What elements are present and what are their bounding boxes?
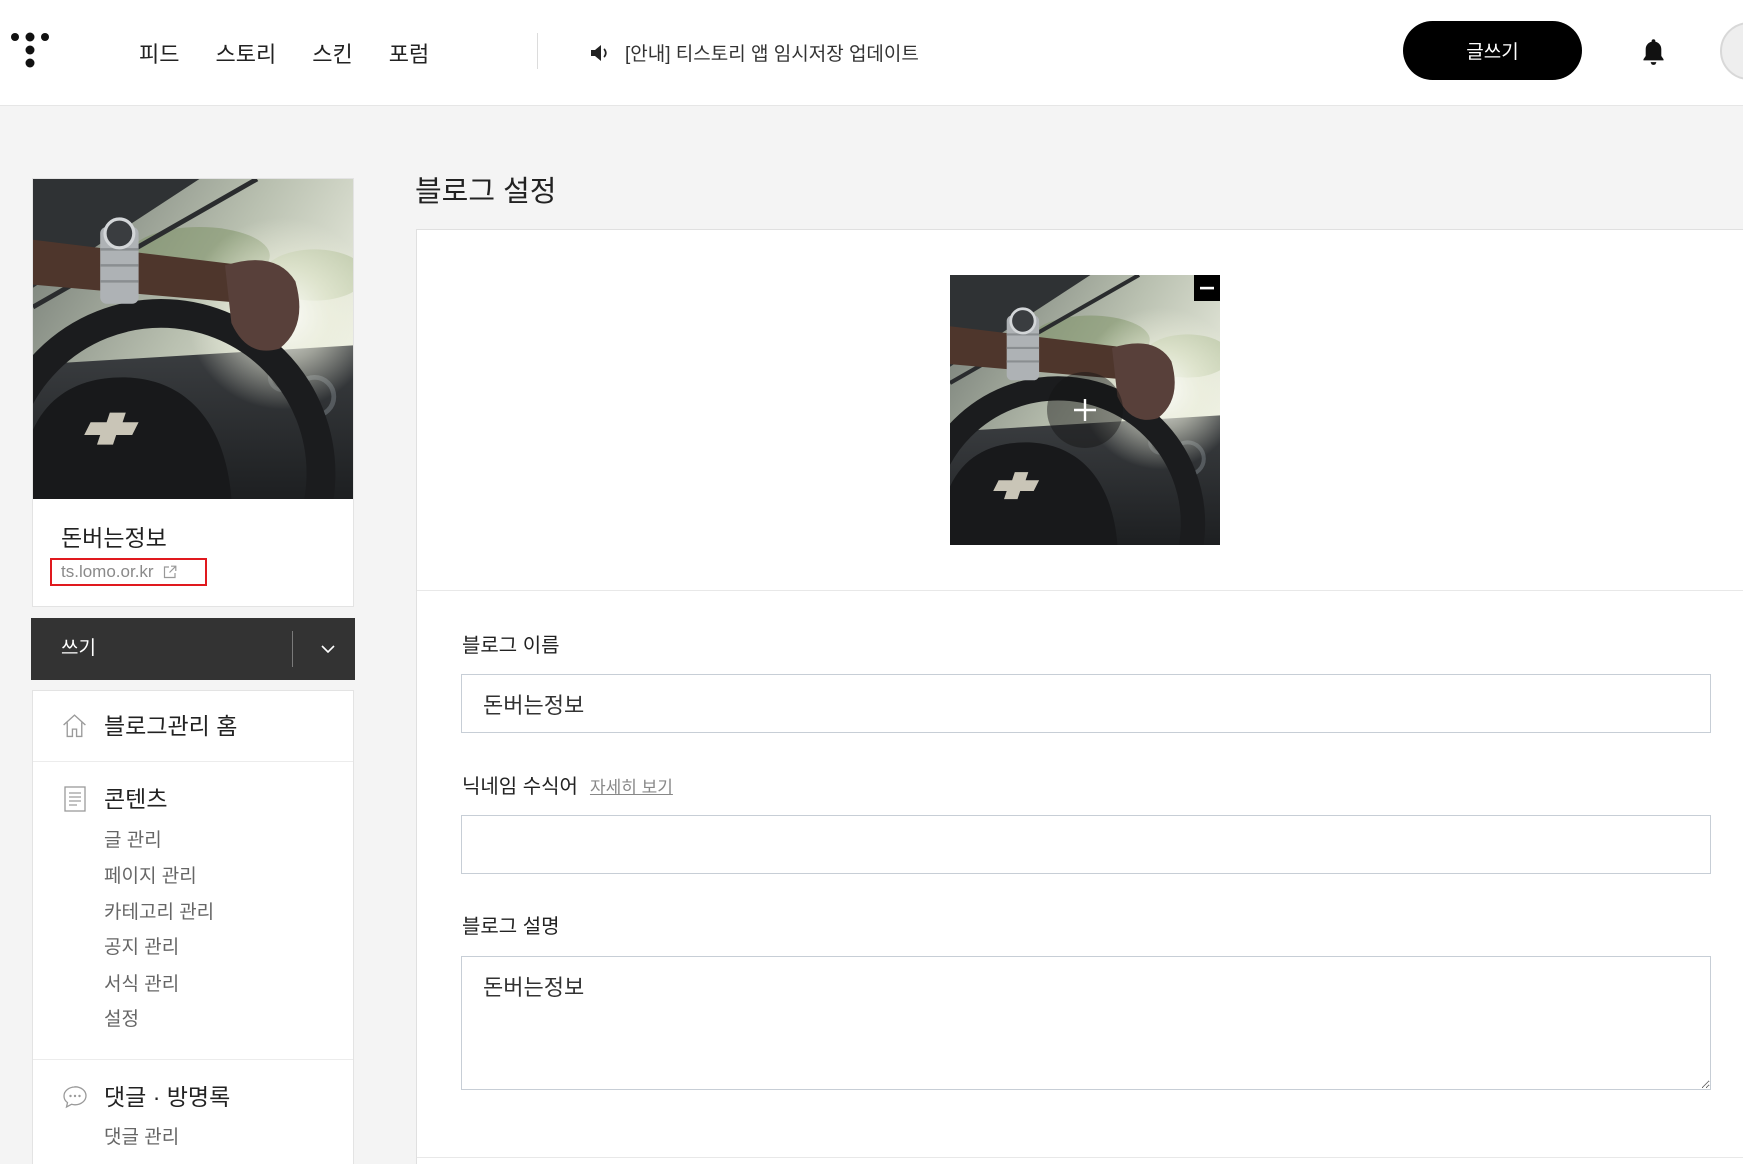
- settings-panel: 블로그 이름 닉네임 수식어 자세히 보기 블로그 설명 돈버는정보: [416, 229, 1743, 1164]
- blog-description-textarea[interactable]: 돈버는정보: [461, 956, 1711, 1090]
- nickname-label-text: 닉네임 수식어: [462, 776, 578, 798]
- notice-text[interactable]: [안내] 티스토리 앱 임시저장 업데이트: [625, 39, 919, 66]
- page-title: 블로그 설정: [415, 176, 557, 208]
- home-icon: [63, 714, 86, 738]
- external-link-icon[interactable]: [163, 565, 177, 579]
- remove-image-button[interactable]: [1194, 275, 1220, 301]
- nav-feed[interactable]: 피드: [139, 37, 179, 69]
- tistory-logo-icon[interactable]: [8, 30, 54, 70]
- sidebar-item-home-label[interactable]: 블로그관리 홈: [104, 711, 237, 741]
- sidebar-section-contents[interactable]: 콘텐츠: [104, 784, 167, 814]
- avatar-container: [1720, 22, 1743, 80]
- document-icon: [64, 786, 86, 812]
- section-divider: [417, 1157, 1743, 1158]
- write-bar-divider: [292, 631, 293, 667]
- bell-icon[interactable]: [1640, 37, 1667, 66]
- sidebar-item-posts[interactable]: 글 관리: [104, 828, 162, 854]
- write-post-button[interactable]: 글쓰기: [1403, 21, 1582, 80]
- top-header: 피드 스토리 스킨 포럼 [안내] 티스토리 앱 임시저장 업데이트 글쓰기: [0, 0, 1743, 106]
- user-avatar[interactable]: [1720, 22, 1743, 80]
- minus-icon: [1200, 286, 1214, 290]
- sidebar-item-settings[interactable]: 설정: [104, 1007, 139, 1033]
- sidebar-write-button[interactable]: 쓰기: [61, 618, 96, 680]
- nickname-help-link[interactable]: 자세히 보기: [590, 778, 673, 797]
- header-divider: [537, 33, 538, 69]
- blog-profile-image: [33, 179, 353, 499]
- nav-skin[interactable]: 스킨: [312, 37, 352, 69]
- sidebar-item-notices[interactable]: 공지 관리: [104, 935, 179, 961]
- nickname-input[interactable]: [461, 815, 1711, 874]
- blog-name[interactable]: 돈버는정보: [61, 523, 167, 553]
- sidebar-write-bar: 쓰기: [31, 618, 355, 680]
- chevron-down-icon: [321, 645, 335, 653]
- comment-icon: [63, 1086, 87, 1109]
- sidebar-section-comments[interactable]: 댓글 · 방명록: [104, 1082, 230, 1112]
- sidebar-item-comments[interactable]: 댓글 관리: [104, 1125, 179, 1151]
- blog-name-label: 블로그 이름: [462, 635, 560, 657]
- sidebar-menu: 블로그관리 홈 콘텐츠 글 관리 페이지 관리 카테고리 관리 공지 관리 서식…: [32, 690, 354, 1164]
- blog-image-section: [417, 230, 1743, 591]
- nickname-label: 닉네임 수식어 자세히 보기: [462, 774, 673, 801]
- blog-profile-card: 돈버는정보 ts.lomo.or.kr: [32, 178, 354, 607]
- sidebar-item-pages[interactable]: 페이지 관리: [104, 864, 197, 890]
- sidebar-item-categories[interactable]: 카테고리 관리: [104, 900, 214, 926]
- sidebar-divider: [33, 1059, 353, 1060]
- sidebar-item-home[interactable]: 블로그관리 홈: [33, 691, 353, 762]
- main-nav: 피드 스토리 스킨 포럼: [139, 0, 429, 105]
- speaker-icon: [591, 44, 607, 61]
- plus-icon: [1074, 399, 1096, 421]
- blog-image-uploader[interactable]: [950, 275, 1220, 545]
- url-highlight-box: ts.lomo.or.kr: [50, 558, 207, 586]
- blog-description-label: 블로그 설명: [462, 916, 560, 938]
- notice-link[interactable]: [안내] 티스토리 앱 임시저장 업데이트: [589, 0, 919, 105]
- blog-url-link[interactable]: ts.lomo.or.kr: [61, 562, 154, 582]
- sidebar-item-templates[interactable]: 서식 관리: [104, 972, 179, 998]
- nav-story[interactable]: 스토리: [215, 37, 276, 69]
- write-dropdown-toggle[interactable]: [301, 618, 355, 680]
- add-image-button[interactable]: [1047, 372, 1123, 448]
- blog-name-input[interactable]: [461, 674, 1711, 733]
- nav-forum[interactable]: 포럼: [389, 37, 429, 69]
